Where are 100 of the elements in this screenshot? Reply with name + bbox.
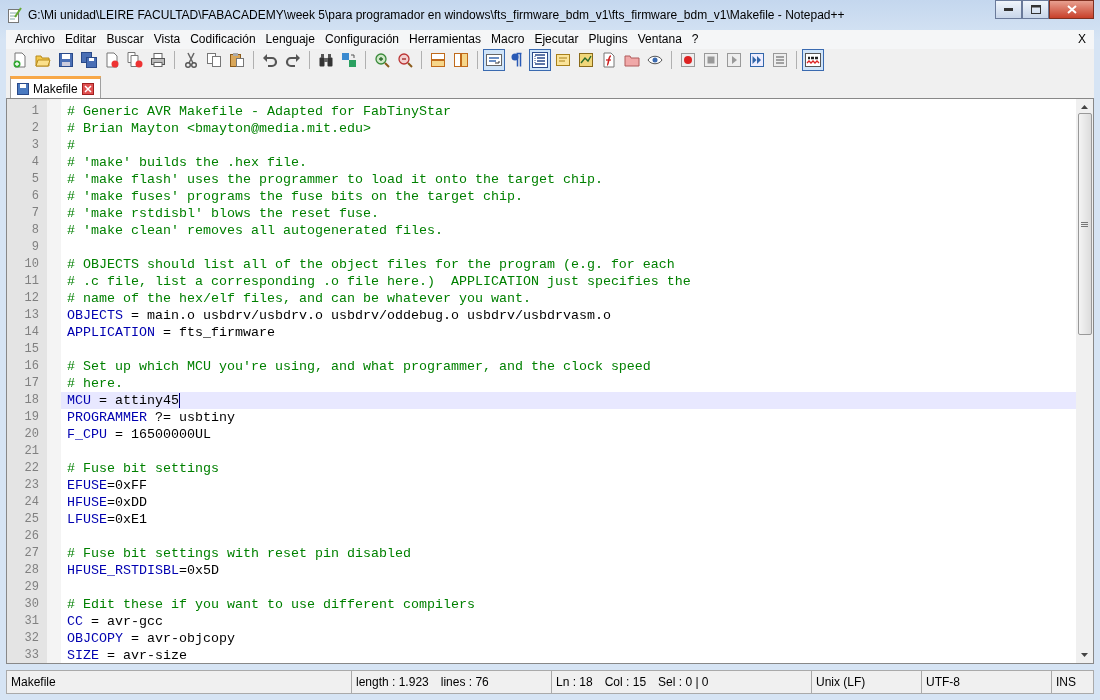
variable-name: F_CPU (67, 426, 107, 444)
down-arrow-icon (1081, 653, 1088, 658)
close-icon[interactable] (81, 82, 94, 95)
line-number: 4 (30, 154, 40, 172)
side-windows-icon (453, 52, 469, 69)
minimize-button[interactable] (995, 0, 1022, 19)
variable-value: =0xFF (107, 477, 147, 495)
map-icon (578, 52, 594, 69)
code-comment: # Edit these if you want to use different compilers (67, 596, 475, 614)
line-number: 30 (23, 596, 40, 614)
menu-item[interactable]: Vista (148, 32, 186, 47)
variable-name: SIZE (67, 647, 99, 664)
line-number: 12 (23, 290, 40, 308)
menu-item[interactable]: Configuración (319, 32, 404, 47)
line-number: 9 (30, 239, 40, 257)
variable-name: APPLICATION (67, 324, 155, 342)
variable-value: = main.o usbdrv/usbdrv.o usbdrv/oddebug.o usbdrv/usbdrvasm.o (130, 307, 611, 325)
vertical-scrollbar[interactable] (1076, 99, 1093, 664)
menu-item[interactable]: Editar (60, 32, 102, 47)
menu-item[interactable]: Ejecutar (529, 32, 584, 47)
line-number: 24 (23, 494, 40, 512)
line-number: 17 (23, 375, 40, 393)
code-comment: # 'make rstdisbl' blows the reset fuse. (67, 205, 379, 223)
variable-value: = attiny45 (98, 392, 179, 410)
menu-item[interactable]: Ventana (632, 32, 687, 47)
maximize-button[interactable] (1022, 0, 1049, 19)
close-document-button[interactable]: X (1078, 32, 1094, 47)
line-number: 13 (23, 307, 40, 325)
toolbar-button[interactable] (529, 49, 551, 72)
variable-value: =0xDD (107, 494, 147, 512)
variable-name: OBJECTS (67, 307, 123, 325)
close-icon (1066, 5, 1077, 14)
code-comment: # OBJECTS should list all of the object files for the program (e.g. for each (67, 256, 675, 274)
close-button[interactable] (1049, 0, 1094, 19)
variable-name: HFUSE (67, 494, 107, 512)
up-arrow-icon (1081, 105, 1088, 110)
line-info: Ln : 18 (556, 675, 593, 690)
pages-close-icon (127, 52, 143, 69)
line-number: 32 (23, 630, 40, 648)
variable-value: = avr-gcc (90, 613, 163, 631)
line-number: 2 (30, 120, 40, 138)
variable-name: MCU (67, 392, 91, 410)
menu-item[interactable]: Macro (486, 32, 530, 47)
menu-item[interactable]: Codificación (185, 32, 261, 47)
floppy-disks-icon (81, 52, 97, 69)
folder-icon (624, 52, 640, 69)
play-icon (726, 52, 742, 69)
maximize-icon (1030, 5, 1041, 14)
grip-icon (1081, 220, 1088, 228)
line-number: 15 (23, 341, 40, 359)
code-comment: # 'make flash' uses the programmer to load it onto the target chip. (67, 171, 603, 189)
variable-value: = avr-objcopy (130, 630, 235, 648)
stacked-windows-icon (430, 52, 446, 69)
code-comment: # Generic AVR Makefile - Adapted for FabTinyStar (67, 103, 451, 121)
document-icon (555, 52, 571, 69)
replace-icon (341, 52, 357, 69)
variable-value: =0xE1 (107, 511, 147, 529)
code-comment: # Brian Mayton <bmayton@media.mit.edu> (67, 120, 371, 138)
lines-info: lines : 76 (440, 675, 489, 690)
line-number: 28 (23, 562, 40, 580)
binoculars-icon (318, 52, 334, 69)
undo-icon (262, 52, 278, 69)
variable-value: = avr-size (106, 647, 187, 664)
menu-item[interactable]: Archivo (10, 32, 60, 47)
menu-item[interactable]: Herramientas (404, 32, 487, 47)
toolbar-button[interactable] (802, 49, 824, 72)
line-number: 29 (23, 579, 40, 597)
variable-name: HFUSE_RSTDISBL (67, 562, 179, 580)
new-page-icon (12, 52, 28, 69)
clipboard-icon (229, 52, 245, 69)
save-macro-icon (772, 52, 788, 69)
zoom-out-icon (397, 52, 413, 69)
file-tab[interactable]: Makefile (10, 76, 101, 99)
code-comment: # here. (67, 375, 123, 393)
line-number: 18 (23, 392, 40, 410)
notepad-icon (6, 6, 22, 23)
encoding: UTF-8 (926, 675, 960, 690)
code-comment: # Fuse bit settings (67, 460, 219, 478)
line-number: 11 (23, 273, 40, 291)
menu-item[interactable]: Plugins (583, 32, 633, 47)
word-wrap-icon (486, 52, 502, 69)
line-number: 10 (23, 256, 40, 274)
menu-item[interactable]: ? (686, 32, 704, 47)
file-type: Makefile (11, 675, 56, 690)
line-number: 23 (23, 477, 40, 495)
window-title: G:\Mi unidad\LEIRE FACULTAD\FABACADEMY\week 5\para programador en windows\fts_firmware_bdm_v1\fts_firmware_bdm_v1\Makefile - Notepad++ (28, 7, 845, 22)
line-number: 19 (23, 409, 40, 427)
variable-value: = 16500000UL (114, 426, 211, 444)
line-number: 20 (23, 426, 40, 444)
line-number: 27 (23, 545, 40, 563)
function-list-icon (601, 52, 617, 69)
line-number: 6 (30, 188, 40, 206)
text-cursor (179, 393, 180, 409)
scrollbar-thumb[interactable] (1077, 113, 1092, 336)
menu-item[interactable]: Lenguaje (260, 32, 320, 47)
code-editor[interactable] (6, 98, 1094, 665)
menu-item[interactable]: Buscar (101, 32, 149, 47)
tab-label: Makefile (33, 81, 78, 96)
scissors-icon (183, 52, 199, 69)
printer-icon (150, 52, 166, 69)
